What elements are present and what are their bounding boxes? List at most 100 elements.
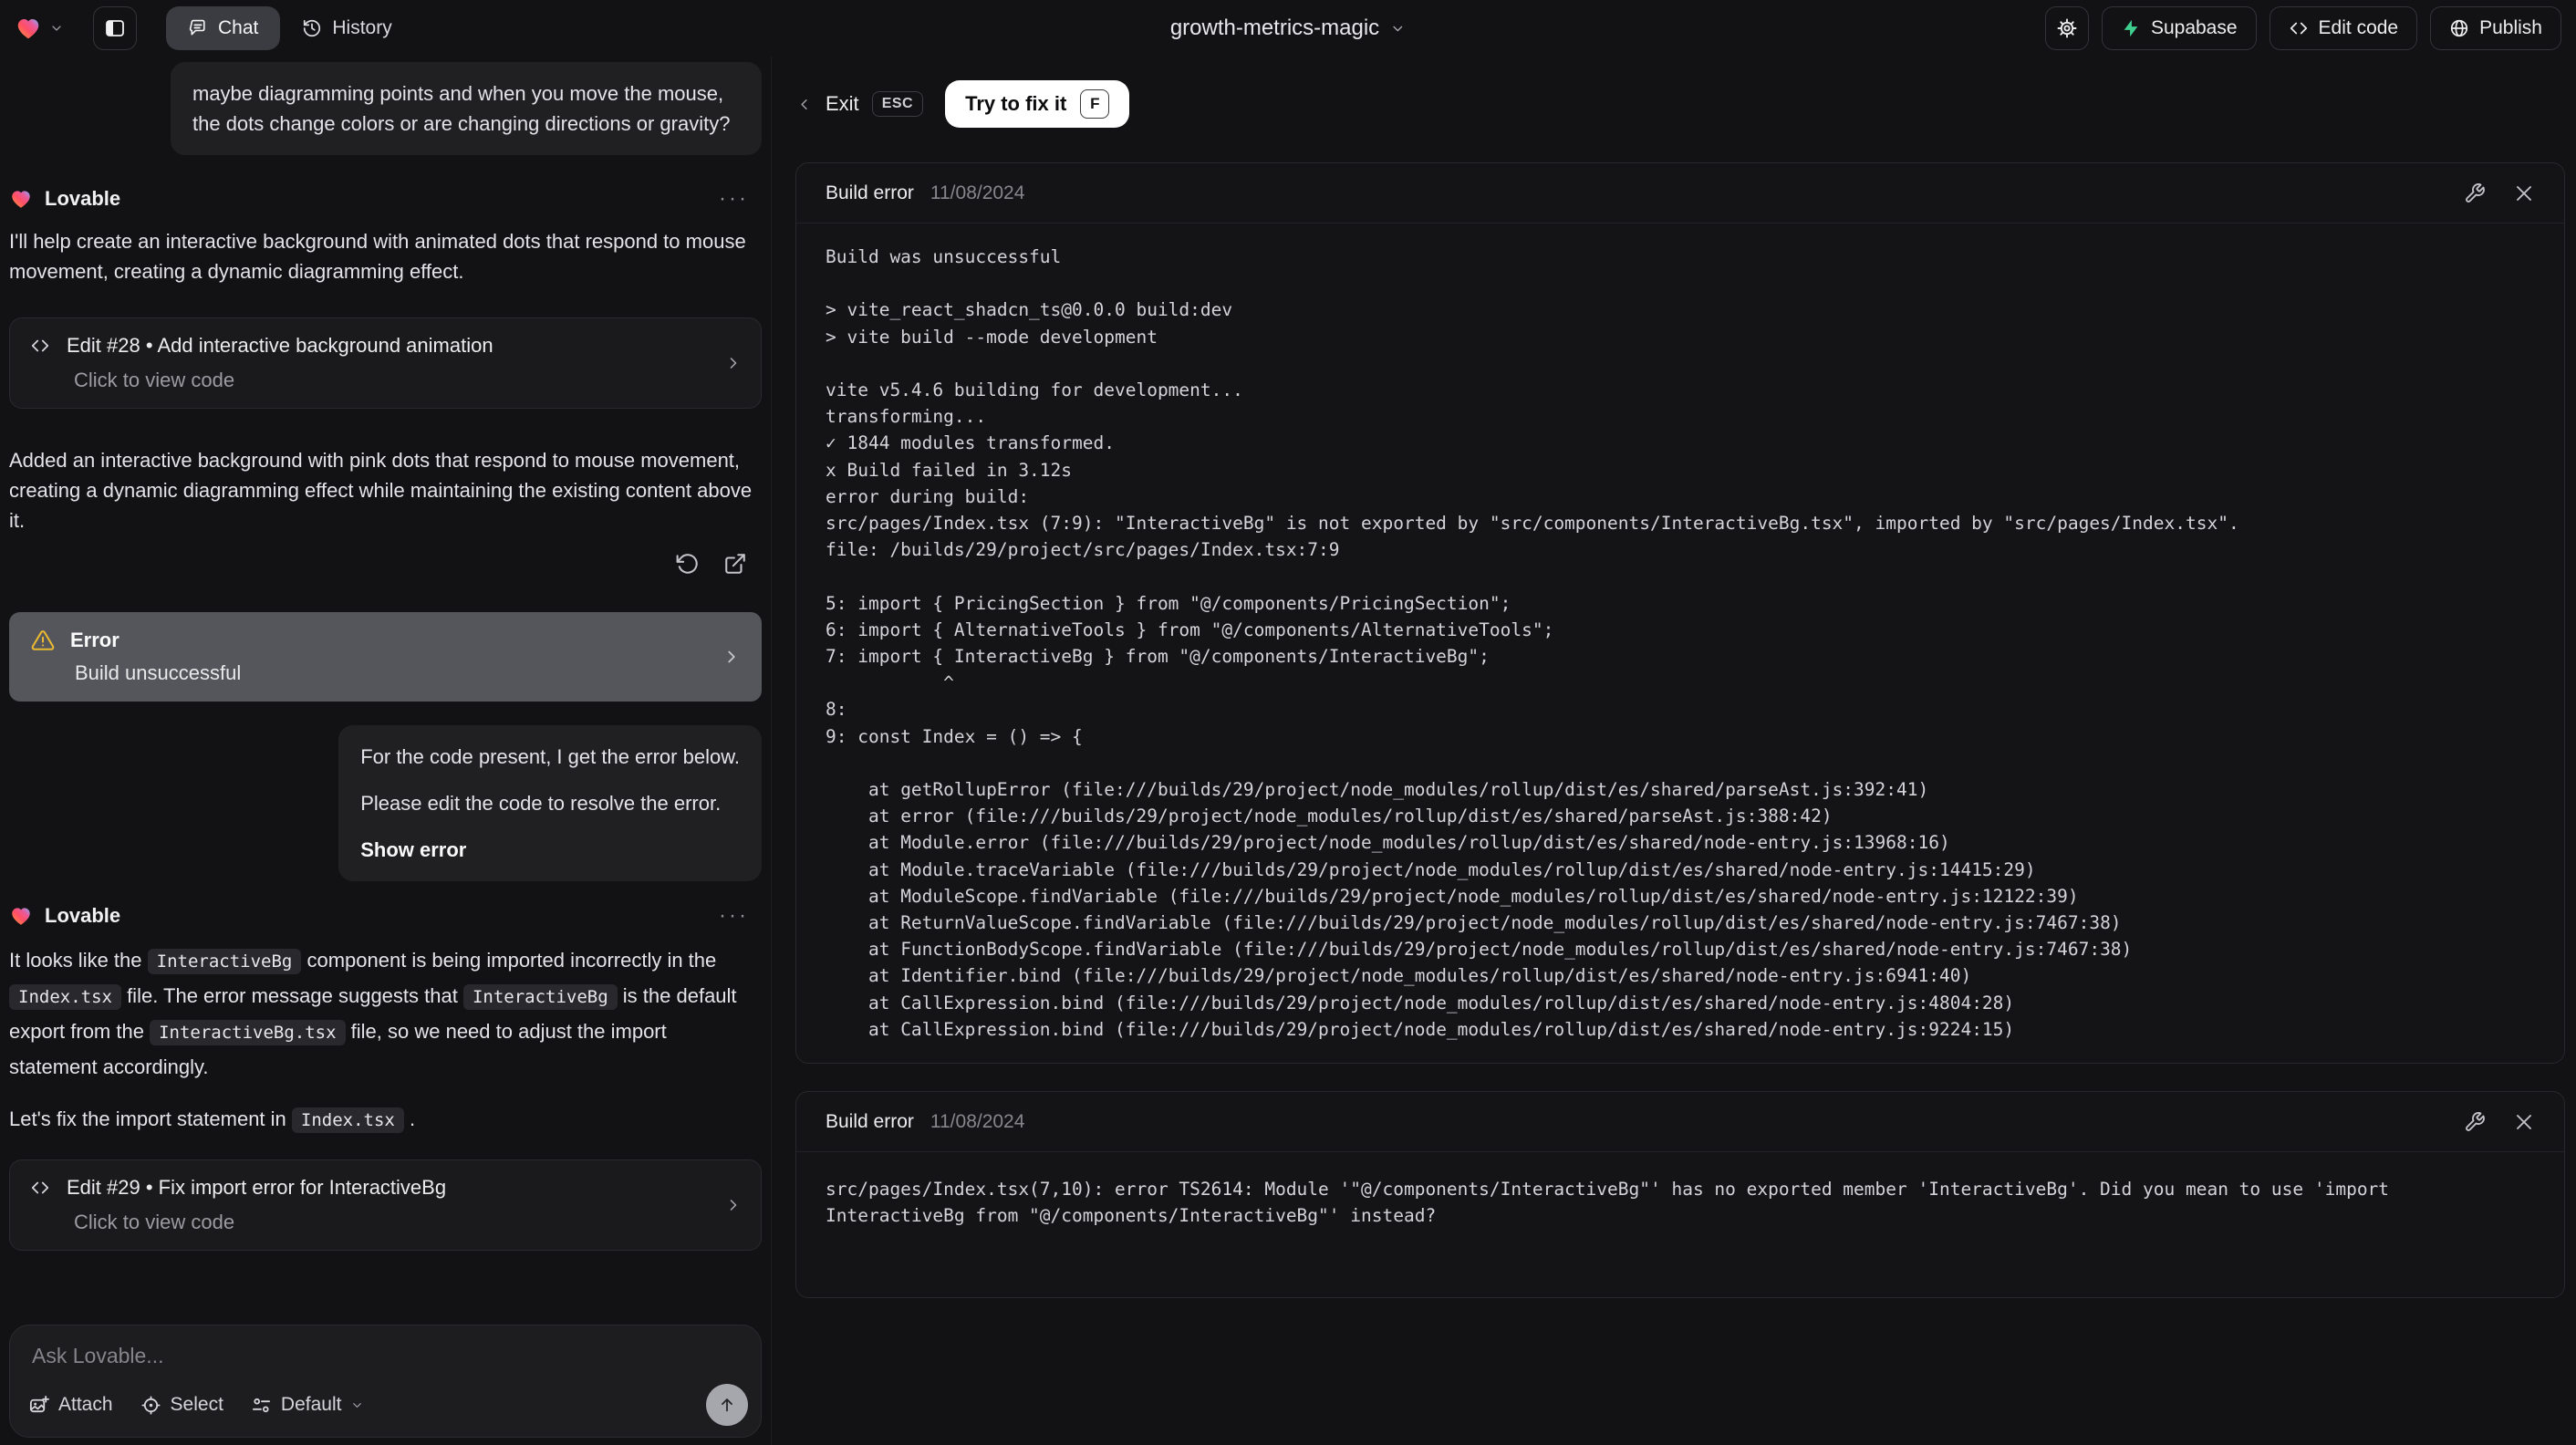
user-message-line: For the code present, I get the error be…: [360, 745, 740, 768]
inline-code: InteractiveBg: [147, 949, 302, 974]
message-options-button[interactable]: ···: [719, 903, 749, 929]
text-segment: It looks like the: [9, 949, 148, 972]
gear-icon: [2056, 17, 2078, 39]
close-panel-button[interactable]: [2513, 1111, 2535, 1133]
assistant-header: Lovable ···: [9, 186, 762, 212]
inline-code: Index.tsx: [291, 1107, 404, 1133]
text-segment: file. The error message suggests that: [120, 984, 463, 1007]
text-segment: component is being imported incorrectly …: [301, 949, 717, 972]
edit-card-subtitle: Click to view code: [74, 1211, 235, 1233]
chevron-left-icon: [795, 96, 813, 113]
user-message: maybe diagramming points and when you mo…: [171, 62, 762, 155]
chat-bubble-icon: [188, 18, 208, 38]
assistant-header: Lovable ···: [9, 903, 762, 929]
fix-error-button[interactable]: [2464, 182, 2486, 204]
fix-error-button[interactable]: [2464, 1111, 2486, 1133]
arrow-up-icon: [717, 1395, 737, 1415]
build-error-panel-1: Build error 11/08/2024 Build was unsucce…: [795, 162, 2565, 1065]
panel-date: 11/08/2024: [930, 1110, 1025, 1132]
settings-button[interactable]: [2044, 6, 2089, 50]
try-to-fix-button[interactable]: Try to fix it F: [945, 80, 1130, 128]
assistant-message: It looks like the InteractiveBg componen…: [9, 943, 762, 1084]
message-options-button[interactable]: ···: [719, 186, 749, 212]
message-actions: [9, 552, 762, 576]
build-error-log: src/pages/Index.tsx(7,10): error TS2614:…: [826, 1179, 2390, 1227]
tab-chat[interactable]: Chat: [166, 6, 281, 50]
chevron-down-icon: [49, 21, 64, 36]
supabase-label: Supabase: [2150, 17, 2238, 38]
wrench-icon: [2464, 182, 2486, 204]
panel-date: 11/08/2024: [930, 182, 1025, 203]
build-error-card[interactable]: Error Build unsuccessful: [9, 612, 762, 702]
user-message-line: Please edit the code to resolve the erro…: [360, 792, 722, 815]
edit-code-button[interactable]: Edit code: [2269, 6, 2418, 50]
assistant-name: Lovable: [45, 904, 121, 927]
assistant-name: Lovable: [45, 187, 121, 210]
close-icon: [2513, 1111, 2535, 1133]
mode-selector[interactable]: Default: [251, 1394, 365, 1416]
image-plus-icon: [28, 1395, 49, 1416]
text-segment: .: [403, 1107, 416, 1130]
lovable-heart-icon: [9, 187, 33, 211]
code-icon: [30, 1178, 50, 1198]
chevron-right-icon: [724, 1196, 743, 1214]
build-error-log: Build was unsuccessful > vite_react_shad…: [826, 246, 2239, 1040]
topbar: Chat History growth-metrics-magic Supaba…: [0, 0, 2576, 57]
publish-button[interactable]: Publish: [2430, 6, 2561, 50]
project-title-menu[interactable]: growth-metrics-magic: [1170, 0, 1406, 57]
open-preview-button[interactable]: [723, 552, 747, 576]
select-button[interactable]: Select: [140, 1394, 223, 1416]
code-icon: [2289, 18, 2309, 38]
close-panel-button[interactable]: [2513, 182, 2535, 204]
error-view: Exit ESC Try to fix it F Build error 11/…: [772, 57, 2576, 1445]
chat-input[interactable]: [32, 1344, 558, 1368]
show-error-link[interactable]: Show error: [360, 835, 740, 865]
chevron-down-icon: [350, 1398, 364, 1412]
chevron-right-icon: [724, 354, 743, 372]
assistant-message: Added an interactive background with pin…: [9, 449, 753, 532]
attach-label: Attach: [58, 1394, 113, 1415]
chevron-down-icon: [1390, 21, 1406, 36]
exit-button[interactable]: Exit ESC: [795, 91, 924, 117]
fix-label: Try to fix it: [965, 92, 1067, 115]
supabase-button[interactable]: Supabase: [2101, 6, 2257, 50]
inline-code: InteractiveBg: [462, 984, 618, 1010]
close-icon: [2513, 182, 2535, 204]
sidebar-toggle-button[interactable]: [93, 6, 137, 50]
restore-button[interactable]: [676, 552, 700, 576]
select-label: Select: [170, 1394, 223, 1415]
user-message-text: maybe diagramming points and when you mo…: [192, 82, 731, 135]
sliders-icon: [251, 1395, 272, 1416]
external-link-icon: [723, 552, 747, 576]
mode-label: Default: [280, 1394, 342, 1415]
panel-title: Build error: [826, 1110, 914, 1132]
exit-label: Exit: [826, 92, 859, 115]
error-card-subtitle: Build unsuccessful: [75, 661, 242, 684]
edit-card-28[interactable]: Edit #28 • Add interactive background an…: [9, 317, 762, 409]
lovable-heart-icon: [15, 15, 42, 42]
f-key-hint: F: [1080, 89, 1110, 119]
edit-card-title: Edit #29 • Fix import error for Interact…: [67, 1176, 447, 1199]
inline-code: Index.tsx: [9, 984, 121, 1010]
edit-card-title: Edit #28 • Add interactive background an…: [67, 334, 493, 357]
project-title: growth-metrics-magic: [1169, 16, 1380, 40]
lovable-logo-menu[interactable]: [15, 15, 64, 42]
chat-composer: Attach Select Default: [9, 1325, 762, 1438]
wrench-icon: [2464, 1111, 2486, 1133]
send-button[interactable]: [706, 1384, 748, 1426]
attach-button[interactable]: Attach: [28, 1394, 113, 1416]
assistant-message: Let's fix the import statement in Index.…: [9, 1104, 762, 1136]
edit-card-subtitle: Click to view code: [74, 369, 235, 391]
supabase-bolt-icon: [2121, 18, 2141, 38]
chevron-right-icon: [722, 647, 742, 667]
target-icon: [140, 1395, 161, 1416]
text-segment: Let's fix the import statement in: [9, 1107, 292, 1130]
user-message: For the code present, I get the error be…: [338, 725, 762, 881]
tab-history-label: History: [332, 17, 392, 38]
tab-history[interactable]: History: [280, 6, 413, 50]
warning-triangle-icon: [31, 629, 55, 652]
rotate-ccw-icon: [676, 552, 700, 576]
build-error-panel-2: Build error 11/08/2024 src/pages/Index.t…: [795, 1091, 2565, 1298]
chat-sidebar: maybe diagramming points and when you mo…: [0, 57, 772, 1445]
edit-card-29[interactable]: Edit #29 • Fix import error for Interact…: [9, 1159, 762, 1251]
